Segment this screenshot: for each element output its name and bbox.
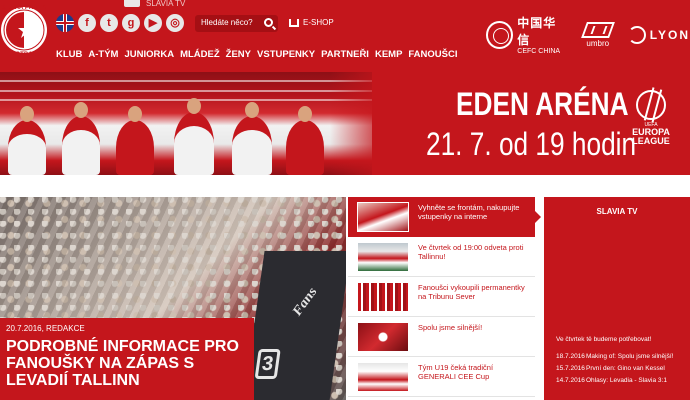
nav-item-vstupenky[interactable]: VSTUPENKY — [257, 48, 315, 62]
news-thumbnail — [357, 322, 409, 352]
youtube-icon[interactable]: ▶ — [144, 14, 162, 32]
europa-league-trophy-icon — [636, 90, 666, 120]
eshop-label[interactable]: E-SHOP — [303, 18, 334, 27]
main-nav: KLUB A-TÝM JUNIORKA MLÁDEŽ ŽENY VSTUPENK… — [56, 48, 458, 62]
google-plus-icon[interactable]: g — [122, 14, 140, 32]
news-list: Vyhněte se frontám, nakupujte vstupenky … — [348, 197, 541, 400]
news-title[interactable]: Spolu jsme silnější! — [418, 323, 530, 332]
partner-logos: 中国华信 CEFC CHINA umbro LYON — [486, 14, 690, 55]
umbro-wordmark: umbro — [586, 38, 610, 48]
svg-text:SLAVIA PRAHA: SLAVIA PRAHA — [2, 5, 47, 11]
video-player[interactable] — [544, 223, 690, 323]
slavia-tv-title: SLAVIA TV — [596, 207, 638, 216]
nav-item-partneri[interactable]: PARTNEŘI — [321, 48, 369, 62]
video-title[interactable]: Making of: Spolu jsme silnější! — [586, 352, 673, 361]
news-title[interactable]: Fanoušci vykoupili permanentky na Tribun… — [418, 283, 530, 301]
europa-league-logo: UEFA EUROPA LEAGUE — [626, 90, 676, 154]
news-title[interactable]: Ve čtvrtek od 19:00 odveta proti Tallinn… — [418, 243, 530, 261]
cefc-seal-icon — [486, 20, 514, 49]
video-date: 15.7.2016 — [556, 365, 585, 372]
video-date: 14.7.2016 — [556, 377, 585, 384]
umbro-logo[interactable]: umbro — [580, 21, 615, 48]
slavia-tv-panel: SLAVIA TV Ve čtvrtek tě budeme potřebova… — [544, 197, 690, 400]
cefc-china-logo[interactable]: 中国华信 CEFC CHINA — [486, 14, 568, 55]
site-header: SLAVIA PRAHA FOTBAL SLAVIA TV f t g ▶ ◎ … — [0, 0, 690, 72]
instagram-icon[interactable]: ◎ — [166, 14, 184, 32]
banner-fade — [330, 72, 390, 175]
cart-icon[interactable] — [289, 18, 299, 27]
lyon-wordmark: LYON — [649, 27, 690, 42]
news-item[interactable]: Tým U19 čeká tradiční GENERALI CEE Cup — [348, 357, 535, 397]
lyon-logo[interactable]: LYON — [627, 25, 690, 44]
flag-number: 3 — [254, 349, 281, 379]
search-input[interactable]: Hledáte něco? — [195, 15, 278, 32]
news-title[interactable]: Vyhněte se frontám, nakupujte vstupenky … — [418, 203, 530, 221]
nav-item-fanousci[interactable]: FANOUŠCI — [408, 48, 457, 62]
article-meta: 20.7.2016, REDAKCE — [6, 324, 85, 333]
umbro-diamond-icon — [580, 21, 615, 38]
video-title[interactable]: První den: Gino van Kessel — [586, 364, 665, 373]
youtube-label[interactable]: SLAVIA TV — [146, 0, 185, 8]
uk-flag-icon[interactable] — [56, 14, 74, 32]
team-photo — [0, 72, 372, 175]
banner-title: EDEN ARÉNA — [456, 86, 629, 122]
video-title[interactable]: Ohlasy: Levadia - Slavia 3:1 — [586, 376, 667, 385]
fans-flag: Fans 3 — [243, 251, 346, 400]
social-links: f t g ▶ ◎ — [56, 14, 184, 32]
uel-league-text: LEAGUE — [632, 136, 670, 146]
cefc-english-name: CEFC CHINA — [517, 48, 561, 55]
video-item[interactable]: 15.7.2016 První den: Gino van Kessel — [556, 364, 690, 373]
news-thumbnail — [357, 202, 409, 232]
video-item[interactable]: 18.7.2016 Making of: Spolu jsme silnější… — [556, 352, 690, 361]
news-item[interactable]: Fanoušci vykoupili permanentky na Tribun… — [348, 277, 535, 317]
youtube-icon[interactable] — [124, 0, 140, 7]
nav-item-a-tym[interactable]: A-TÝM — [88, 48, 118, 62]
match-banner[interactable]: EDEN ARÉNA 21. 7. od 19 hodin UEFA EUROP… — [0, 72, 690, 175]
article-title[interactable]: PODROBNÉ INFORMACE PRO FANOUŠKY NA ZÁPAS… — [6, 338, 248, 389]
news-thumbnail — [357, 242, 409, 272]
nav-item-klub[interactable]: KLUB — [56, 48, 82, 62]
nav-item-mladez[interactable]: MLÁDEŽ — [180, 48, 220, 62]
slavia-logo[interactable]: SLAVIA PRAHA FOTBAL — [0, 0, 52, 66]
video-description: Ve čtvrtek tě budeme potřebovat! — [556, 336, 652, 343]
video-item[interactable]: 14.7.2016 Ohlasy: Levadia - Slavia 3:1 — [556, 376, 690, 385]
featured-article-caption[interactable]: 20.7.2016, REDAKCE PODROBNÉ INFORMACE PR… — [0, 318, 254, 400]
news-thumbnail — [357, 362, 409, 392]
news-thumbnail — [357, 282, 409, 312]
nav-item-zeny[interactable]: ŽENY — [226, 48, 251, 62]
nav-item-kemp[interactable]: KEMP — [375, 48, 402, 62]
facebook-icon[interactable]: f — [78, 14, 96, 32]
news-item[interactable]: Ve čtvrtek od 19:00 odveta proti Tallinn… — [348, 237, 535, 277]
svg-text:FOTBAL: FOTBAL — [12, 52, 37, 58]
twitter-icon[interactable]: t — [100, 14, 118, 32]
flag-text: Fans — [290, 285, 321, 319]
search-icon[interactable] — [264, 18, 273, 27]
banner-date: 21. 7. od 19 hodin — [426, 126, 637, 162]
news-title[interactable]: Tým U19 čeká tradiční GENERALI CEE Cup — [418, 363, 530, 381]
news-item[interactable]: Spolu jsme silnější! — [348, 317, 535, 357]
eshop-link[interactable]: E-SHOP — [289, 18, 334, 27]
video-date: 18.7.2016 — [556, 353, 585, 360]
video-list: 18.7.2016 Making of: Spolu jsme silnější… — [556, 352, 690, 388]
nav-item-juniorka[interactable]: JUNIORKA — [124, 48, 174, 62]
news-item[interactable]: Vyhněte se frontám, nakupujte vstupenky … — [348, 197, 541, 237]
lyon-mark-icon — [627, 25, 646, 44]
search-placeholder[interactable]: Hledáte něco? — [201, 18, 253, 27]
cefc-chinese-name: 中国华信 — [517, 16, 557, 47]
